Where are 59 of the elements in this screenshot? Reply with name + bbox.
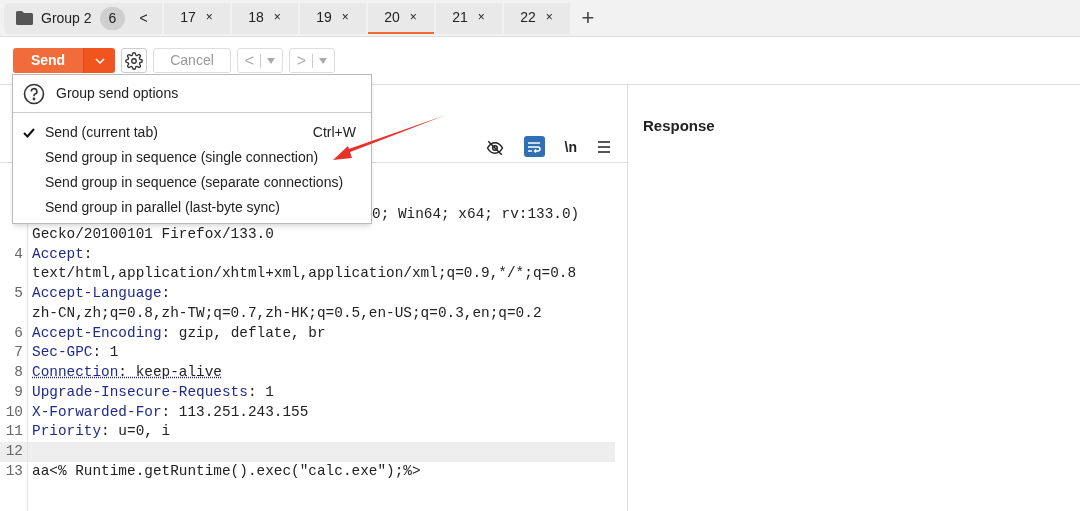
header-name: X-Forwarded-For — [32, 402, 162, 422]
code-line: zh-CN,zh;q=0.8,zh-TW;q=0.7,zh-HK;q=0.5,en-US;q=0.3,en;q=0.2 — [32, 303, 542, 323]
header-name: Upgrade-Insecure-Requests — [32, 382, 248, 402]
header-value: : — [83, 244, 93, 264]
code-line: 0; Win64; x64; rv:133.0) — [372, 205, 580, 224]
menu-item[interactable]: Send group in parallel (last-byte sync) — [13, 195, 371, 220]
wrap-icon — [527, 140, 542, 153]
menu-item[interactable]: Send (current tab) Ctrl+W — [13, 120, 371, 145]
header-value: : 113.251.243.155 — [161, 402, 309, 422]
code-line: Gecko/20100101 Firefox/133.0 — [32, 224, 274, 244]
header-value: : 1 — [247, 382, 274, 402]
line-number: 8 — [14, 364, 23, 380]
request-tab[interactable]: 18 × — [231, 2, 298, 34]
line-number: 10 — [5, 403, 23, 420]
header-name: Accept-Encoding — [32, 323, 162, 343]
scroll-left-button[interactable]: < — [133, 7, 154, 29]
header-name: Connection — [32, 363, 119, 382]
header-value: : u=0, i — [101, 422, 171, 442]
group-name: Group 2 — [41, 8, 92, 28]
header-value: : keep-alive — [118, 363, 222, 382]
menu-item[interactable]: Send group in sequence (separate connections) — [13, 170, 371, 195]
line-number: 13 — [5, 462, 23, 479]
settings-icon — [125, 51, 143, 70]
header-name: Accept-Language — [32, 284, 162, 303]
menu-icon[interactable] — [597, 141, 611, 153]
line-number: 9 — [14, 383, 23, 400]
folder-icon — [16, 11, 33, 25]
caret-icon — [319, 57, 328, 64]
line-number: 6 — [14, 324, 23, 341]
request-tab[interactable]: 17 × — [163, 2, 230, 34]
header-value: : 1 — [92, 343, 119, 363]
chevron-down-icon — [94, 57, 105, 64]
line-number: 5 — [14, 285, 23, 301]
header-name: Sec-GPC — [32, 343, 93, 363]
request-tab[interactable]: 22 × — [503, 2, 570, 34]
header-value: : — [161, 284, 171, 303]
line-number: 4 — [14, 245, 23, 262]
code-line: aa<% Runtime.getRuntime().exec("calc.exe");%> — [32, 461, 421, 481]
response-title: Response — [643, 117, 715, 134]
help-icon — [23, 82, 45, 105]
eye-slash-icon[interactable] — [485, 139, 504, 157]
request-tab[interactable]: 20 × — [367, 2, 434, 34]
code-line: text/html,application/xhtml+xml,application/xml;q=0.9,*/*;q=0.8 — [32, 264, 577, 284]
add-tab-button[interactable]: + — [571, 7, 605, 29]
newline-toggle[interactable]: \n — [564, 140, 577, 157]
header-name: Priority — [32, 422, 102, 442]
settings-button[interactable] — [121, 48, 147, 73]
menu-header: Group send options — [56, 84, 179, 103]
header-name: Accept — [32, 244, 84, 264]
request-tab[interactable]: 21 × — [435, 2, 502, 34]
caret-icon — [267, 57, 276, 64]
word-wrap-toggle[interactable] — [523, 136, 545, 157]
group-count-badge: 6 — [99, 6, 126, 30]
line-number: 11 — [5, 423, 23, 440]
menu-item[interactable]: Send group in sequence (single connection) — [13, 145, 371, 170]
line-number: 7 — [14, 344, 23, 361]
line-number: 12 — [5, 443, 23, 459]
request-tab[interactable]: 19 × — [299, 2, 366, 34]
header-value: : gzip, deflate, br — [161, 323, 326, 343]
